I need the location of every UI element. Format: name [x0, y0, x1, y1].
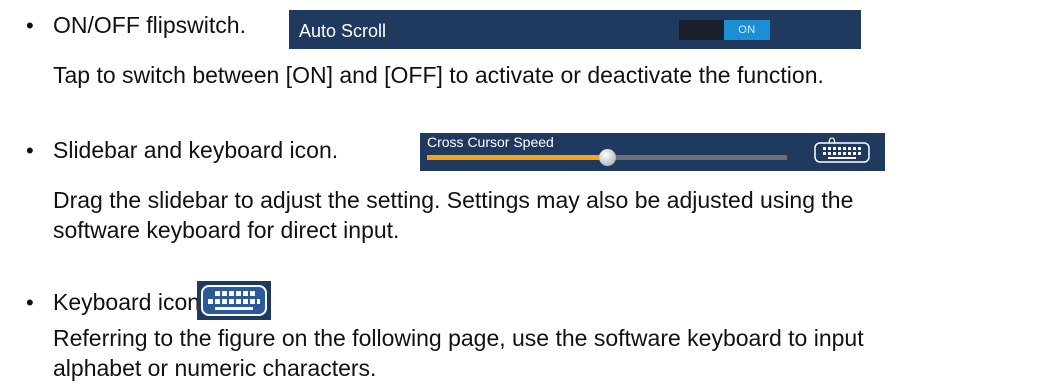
item-description-flipswitch: Tap to switch between [ON] and [OFF] to …: [53, 62, 824, 88]
speed-slider-track[interactable]: [427, 149, 787, 166]
item-description-slidebar-1: Drag the slidebar to adjust the setting.…: [53, 187, 854, 213]
bullet-marker: •: [26, 138, 34, 163]
item-title-slidebar: Slidebar and keyboard icon.: [53, 137, 339, 163]
item-description-slidebar-2: software keyboard for direct input.: [53, 217, 400, 243]
auto-scroll-panel: Auto Scroll ON: [289, 10, 861, 49]
auto-scroll-label: Auto Scroll: [299, 21, 387, 41]
speed-slider-fill: [427, 155, 607, 160]
item-title-keyboard: Keyboard icon.: [53, 289, 207, 315]
auto-scroll-flipswitch[interactable]: ON: [679, 20, 770, 40]
keyboard-icon[interactable]: [814, 142, 870, 163]
bullet-marker: •: [26, 13, 34, 38]
item-title-flipswitch: ON/OFF flipswitch.: [53, 12, 246, 38]
keyboard-icon[interactable]: [197, 281, 271, 320]
cross-cursor-speed-label: Cross Cursor Speed: [427, 134, 554, 150]
speed-slider-thumb[interactable]: [599, 149, 616, 166]
bullet-marker: •: [26, 290, 34, 315]
item-description-keyboard-1: Referring to the figure on the following…: [53, 325, 864, 351]
switch-on-label: ON: [724, 20, 770, 40]
item-description-keyboard-2: alphabet or numeric characters.: [53, 355, 377, 381]
cross-cursor-speed-panel: Cross Cursor Speed 0: [420, 133, 885, 171]
